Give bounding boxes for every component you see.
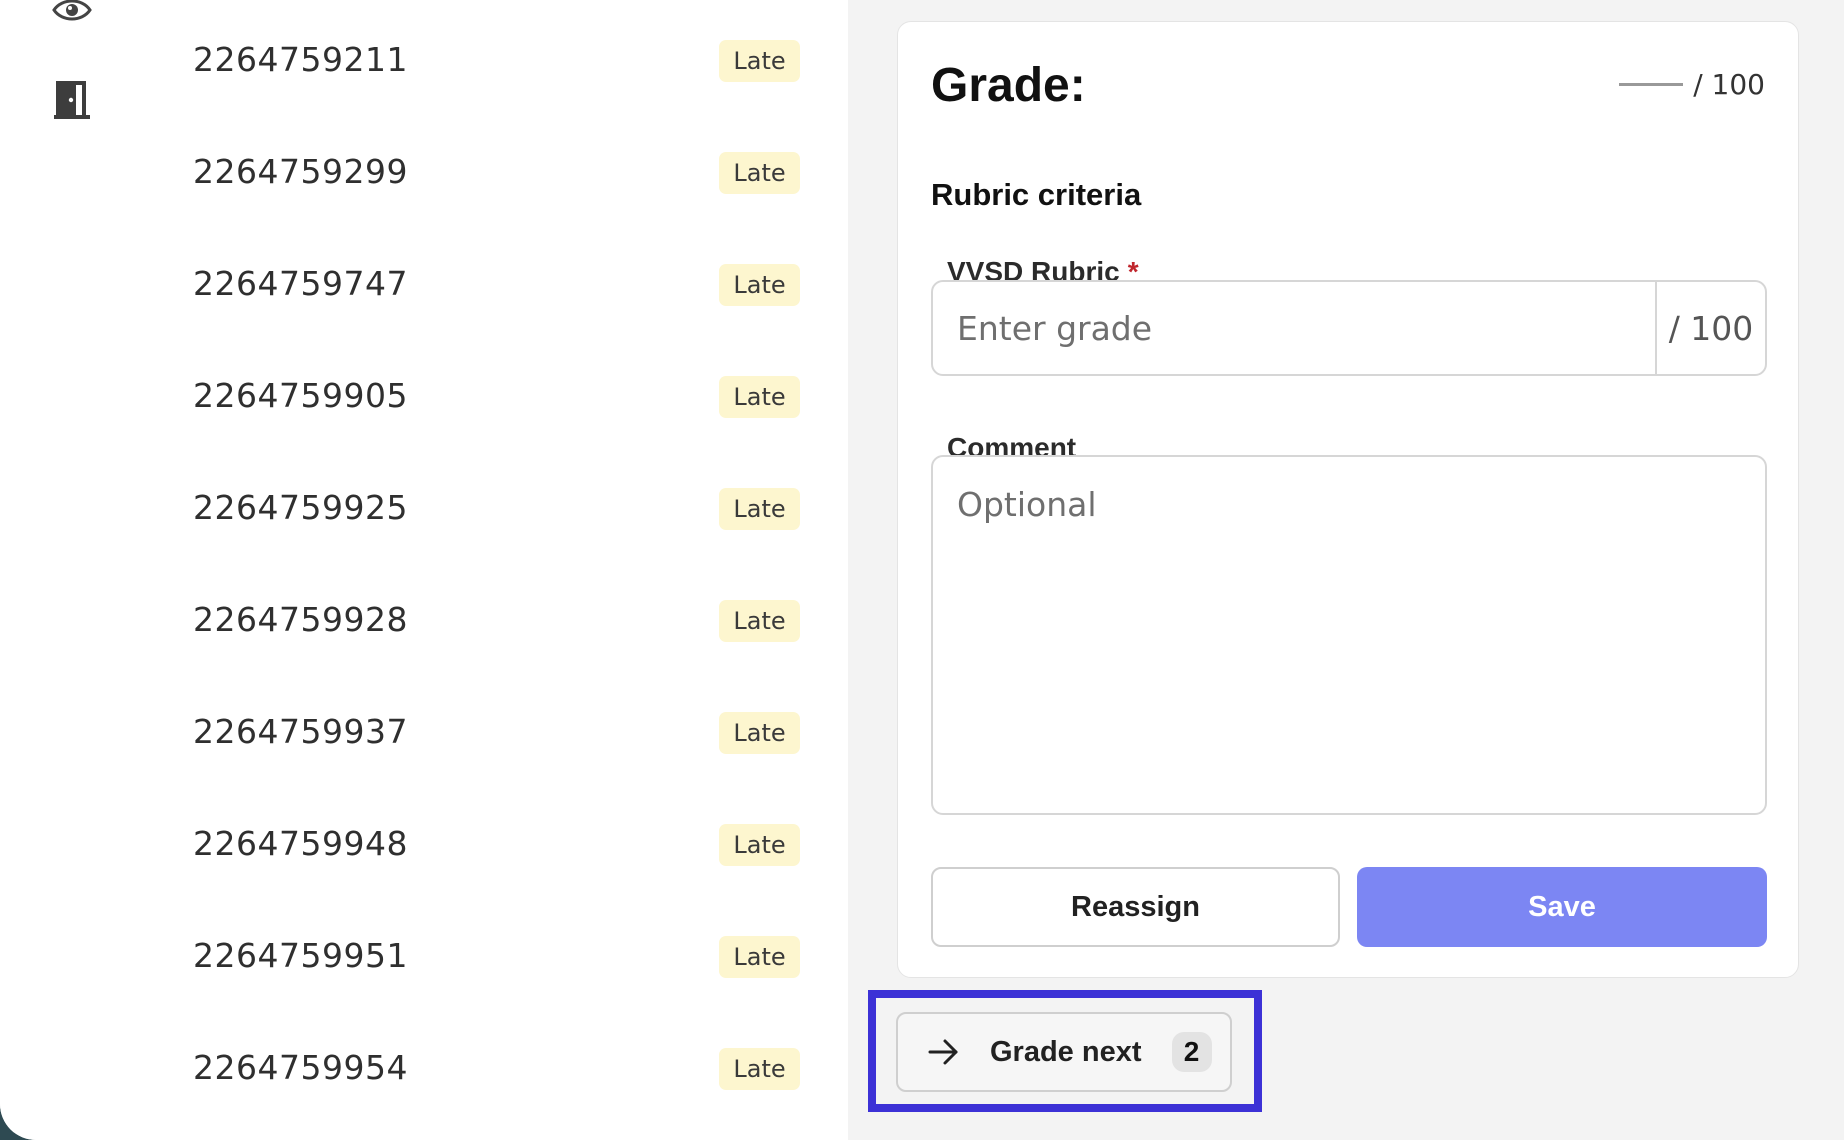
submission-id: 2264759928 [193,600,408,639]
submission-id: 2264759951 [193,936,408,975]
grade-input[interactable] [933,282,1655,374]
empty-grade-dash [1619,83,1684,86]
submission-row[interactable]: 2264759747 Late [0,228,848,340]
submission-id: 2264759211 [193,40,408,79]
late-badge: Late [719,936,800,978]
late-badge: Late [719,1048,800,1090]
grade-input-suffix: / 100 [1655,282,1765,374]
submission-row[interactable]: 2264759948 Late [0,788,848,900]
grade-title: Grade: [931,59,1086,112]
submission-id: 2264759937 [193,712,408,751]
submission-id: 2264759299 [193,152,408,191]
grading-app: 2264759211 Late 2264759299 Late 22647597… [0,0,1844,1140]
late-badge: Late [719,600,800,642]
comment-field[interactable] [931,455,1767,815]
submission-row[interactable]: 2264759211 Late [0,4,848,116]
grade-summary: / 100 [1619,68,1765,101]
submission-id: 2264759747 [193,264,408,303]
submission-list: 2264759211 Late 2264759299 Late 22647597… [0,4,848,1124]
submission-row[interactable]: 2264759954 Late [0,1012,848,1124]
submission-id: 2264759954 [193,1048,408,1087]
rubric-criteria-heading: Rubric criteria [931,177,1142,212]
late-badge: Late [719,376,800,418]
reassign-button[interactable]: Reassign [931,867,1340,947]
arrow-right-icon [928,1036,960,1068]
submission-row[interactable]: 2264759299 Late [0,116,848,228]
grade-next-button[interactable]: Grade next 2 [896,1012,1232,1092]
submission-row[interactable]: 2264759937 Late [0,676,848,788]
submission-list-panel: 2264759211 Late 2264759299 Late 22647597… [0,0,848,1140]
grade-total: / 100 [1693,68,1765,101]
submission-id: 2264759948 [193,824,408,863]
submission-id: 2264759925 [193,488,408,527]
grade-next-count-badge: 2 [1171,1032,1212,1072]
submission-row[interactable]: 2264759951 Late [0,900,848,1012]
late-badge: Late [719,264,800,306]
grade-input-group: / 100 [931,280,1767,376]
late-badge: Late [719,824,800,866]
grade-next-label: Grade next [990,1035,1142,1068]
submission-id: 2264759905 [193,376,408,415]
late-badge: Late [719,40,800,82]
late-badge: Late [719,488,800,530]
late-badge: Late [719,712,800,754]
submission-row[interactable]: 2264759905 Late [0,340,848,452]
submission-row[interactable]: 2264759925 Late [0,452,848,564]
grade-card: Grade: / 100 Rubric criteria VVSD Rubric… [897,21,1799,978]
save-button[interactable]: Save [1357,867,1767,947]
submission-row[interactable]: 2264759928 Late [0,564,848,676]
late-badge: Late [719,152,800,194]
